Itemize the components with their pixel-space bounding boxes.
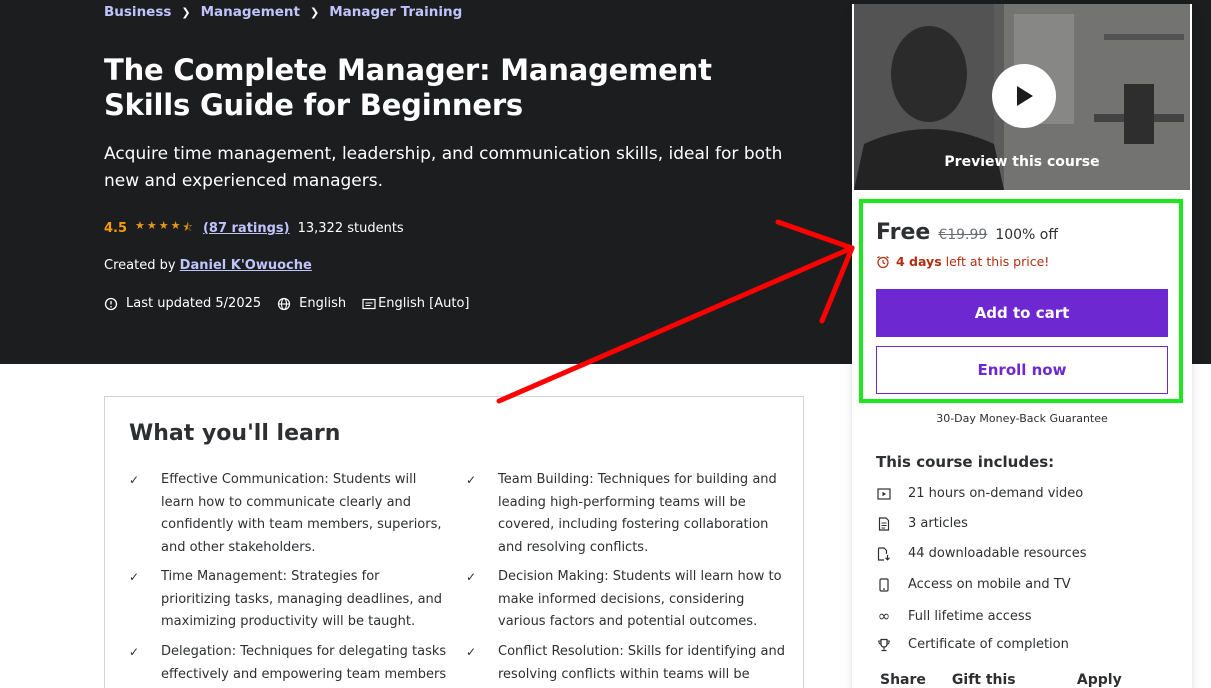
course-title: The Complete Manager: Management Skills … <box>104 53 712 122</box>
learn-item: ✓ Team Building: Techniques for building… <box>466 469 788 559</box>
check-icon: ✓ <box>466 570 477 584</box>
breadcrumb-manager-training[interactable]: Manager Training <box>329 4 462 20</box>
play-icon <box>1017 86 1033 106</box>
purchase-sidebar: Preview this course Free €19.99 100% off… <box>852 4 1192 688</box>
rating-row: 4.5 ★ ★ ★ ★ ⯪ (87 ratings) 13,322 studen… <box>104 219 404 238</box>
include-item-certificate: Certificate of completion <box>876 637 1069 652</box>
include-item-mobile: Access on mobile and TV <box>876 577 1071 592</box>
original-price: €19.99 <box>938 227 988 243</box>
include-item-articles: 3 articles <box>876 516 968 531</box>
infinity-icon: ∞ <box>877 607 891 625</box>
check-icon: ✓ <box>129 473 140 487</box>
article-icon <box>878 516 890 531</box>
include-item-lifetime: ∞ Full lifetime access <box>877 607 1032 625</box>
timer-days: 4 days <box>896 254 942 269</box>
check-icon: ✓ <box>466 473 477 487</box>
discount-percent: 100% off <box>995 227 1058 243</box>
include-item-downloads: 44 downloadable resources <box>876 546 1087 561</box>
captions: English [Auto] <box>362 296 470 311</box>
timer-text: left at this price! <box>945 254 1050 269</box>
what-you-will-learn: What you'll learn ✓ Effective Communicat… <box>104 396 804 688</box>
money-back-guarantee: 30-Day Money-Back Guarantee <box>936 412 1108 425</box>
ratings-count-link[interactable]: (87 ratings) <box>203 221 290 236</box>
trophy-icon <box>878 638 890 651</box>
current-price: Free <box>876 220 931 245</box>
language-text: English <box>299 296 347 311</box>
language: English <box>277 296 346 311</box>
course-meta: Last updated 5/2025 English English [Aut… <box>104 296 486 311</box>
learn-item: ✓ Decision Making: Students will learn h… <box>466 566 788 634</box>
breadcrumb: Business ❯ Management ❯ Manager Training <box>104 4 462 20</box>
breadcrumb-management[interactable]: Management <box>201 4 300 20</box>
sidebar-footer-links: Share Gift this course Apply Coupon <box>880 672 1192 688</box>
chevron-right-icon: ❯ <box>181 5 191 19</box>
apply-coupon-button[interactable]: Apply Coupon <box>1077 672 1166 688</box>
rating-stars: ★ ★ ★ ★ ⯪ <box>135 219 195 238</box>
video-icon <box>877 487 891 500</box>
last-updated-text: Last updated 5/2025 <box>126 296 262 311</box>
preview-label: Preview this course <box>944 154 1100 170</box>
includes-title: This course includes: <box>876 453 1055 471</box>
captions-icon <box>362 298 376 309</box>
enroll-now-button[interactable]: Enroll now <box>876 346 1168 394</box>
last-updated: Last updated 5/2025 <box>104 296 261 311</box>
learn-item: ✓ Conflict Resolution: Skills for identi… <box>466 641 788 686</box>
check-icon: ✓ <box>129 645 140 659</box>
star-icon: ★ <box>170 219 181 232</box>
learn-item: ✓ Time Management: Strategies for priori… <box>129 566 451 634</box>
star-icon: ★ <box>135 219 145 232</box>
alert-clock-icon <box>104 297 118 310</box>
alarm-clock-icon <box>877 255 889 268</box>
play-button[interactable] <box>992 64 1056 128</box>
learn-item: ✓ Effective Communication: Students will… <box>129 469 451 559</box>
captions-text: English [Auto] <box>378 296 470 311</box>
chevron-right-icon: ❯ <box>310 5 320 19</box>
instructor-link[interactable]: Daniel K'Owuoche <box>180 258 312 273</box>
price-timer: 4 days left at this price! <box>876 254 1049 269</box>
course-preview[interactable]: Preview this course <box>854 4 1190 190</box>
learn-item: ✓ Delegation: Techniques for delegating … <box>129 641 451 686</box>
price-row: Free €19.99 100% off <box>876 220 1058 245</box>
created-by-label: Created by <box>104 258 176 273</box>
learn-title: What you'll learn <box>129 421 341 446</box>
half-star-icon: ⯪ <box>182 221 193 234</box>
star-icon: ★ <box>158 219 169 232</box>
star-icon: ★ <box>146 219 157 232</box>
check-icon: ✓ <box>129 570 140 584</box>
include-item-video: 21 hours on-demand video <box>876 486 1083 501</box>
gift-course-button[interactable]: Gift this course <box>952 672 1051 688</box>
check-icon: ✓ <box>466 645 477 659</box>
breadcrumb-business[interactable]: Business <box>104 4 171 20</box>
rating-value: 4.5 <box>104 221 128 236</box>
add-to-cart-button[interactable]: Add to cart <box>876 289 1168 337</box>
students-count: 13,322 students <box>297 221 404 236</box>
share-button[interactable]: Share <box>880 672 926 688</box>
mobile-icon <box>879 577 889 592</box>
created-by: Created by Daniel K'Owuoche <box>104 258 312 273</box>
download-icon <box>877 546 890 561</box>
course-subtitle: Acquire time management, leadership, and… <box>104 144 783 191</box>
globe-icon <box>278 297 291 310</box>
